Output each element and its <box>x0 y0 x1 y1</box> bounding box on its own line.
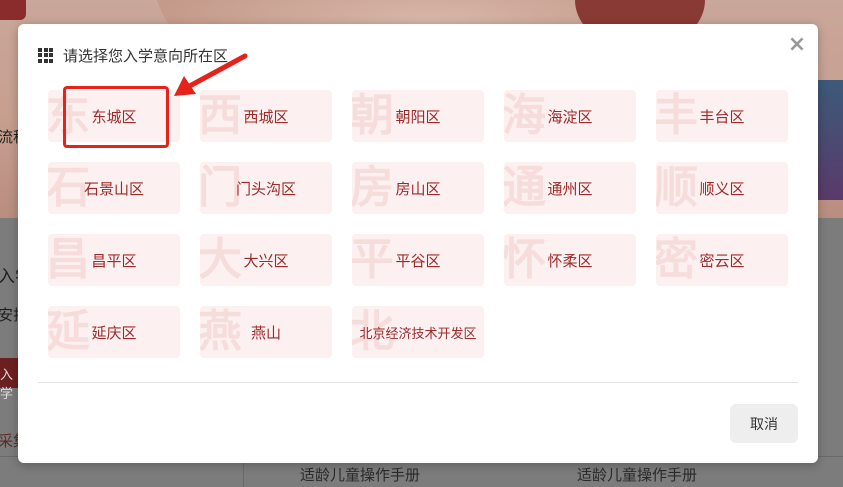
district-watermark: 西 <box>200 90 242 141</box>
district-option[interactable]: 怀怀柔区 <box>504 234 636 286</box>
district-watermark: 大 <box>200 234 242 285</box>
district-option[interactable]: 东东城区 <box>48 90 180 142</box>
district-option[interactable]: 朝朝阳区 <box>352 90 484 142</box>
district-label: 西城区 <box>243 107 289 126</box>
district-select-modal: 请选择您入学意向所在区 × 东东城区西西城区朝朝阳区海海淀区丰丰台区石石景山区门… <box>18 24 818 463</box>
district-label: 大兴区 <box>243 251 289 270</box>
district-watermark: 海 <box>504 90 546 141</box>
banner-red-tag <box>0 0 26 20</box>
district-watermark: 怀 <box>504 234 546 285</box>
district-label: 丰台区 <box>699 107 745 126</box>
district-watermark: 房 <box>352 162 394 213</box>
modal-title: 请选择您入学意向所在区 <box>63 46 229 65</box>
district-label: 密云区 <box>699 251 745 270</box>
district-watermark: 丰 <box>656 90 698 141</box>
district-label: 延庆区 <box>91 323 137 342</box>
district-option[interactable]: 房房山区 <box>352 162 484 214</box>
district-watermark: 密 <box>656 234 698 285</box>
district-label: 通州区 <box>547 179 593 198</box>
bg-enroll-button[interactable]: 入学 <box>0 358 20 402</box>
district-option[interactable]: 密密云区 <box>656 234 788 286</box>
district-option[interactable]: 平平谷区 <box>352 234 484 286</box>
bg-manual-link-2[interactable]: 适龄儿童操作手册 <box>577 464 697 485</box>
district-option[interactable]: 门门头沟区 <box>200 162 332 214</box>
district-option[interactable]: 燕燕山 <box>200 306 332 358</box>
district-label: 怀柔区 <box>547 251 593 270</box>
district-option[interactable]: 西西城区 <box>200 90 332 142</box>
district-label: 顺义区 <box>699 179 745 198</box>
district-watermark: 东 <box>48 90 90 141</box>
modal-header: 请选择您入学意向所在区 <box>38 44 228 66</box>
district-label: 北京经济技术开发区 <box>359 326 477 342</box>
district-option[interactable]: 通通州区 <box>504 162 636 214</box>
district-label: 燕山 <box>250 323 281 342</box>
district-option[interactable]: 昌昌平区 <box>48 234 180 286</box>
district-grid: 东东城区西西城区朝朝阳区海海淀区丰丰台区石石景山区门门头沟区房房山区通通州区顺顺… <box>48 90 788 358</box>
district-label: 石景山区 <box>83 179 144 198</box>
district-watermark: 朝 <box>352 90 394 141</box>
district-watermark: 通 <box>504 162 546 213</box>
bg-manual-link-1[interactable]: 适龄儿童操作手册 <box>300 464 420 485</box>
district-label: 海淀区 <box>547 107 593 126</box>
district-label: 平谷区 <box>395 251 441 270</box>
district-watermark: 平 <box>352 234 394 285</box>
cancel-button[interactable]: 取消 <box>730 404 798 443</box>
district-label: 东城区 <box>91 107 137 126</box>
district-option[interactable]: 石石景山区 <box>48 162 180 214</box>
modal-divider <box>38 382 798 383</box>
bg-enroll-button-label: 入学 <box>0 368 14 402</box>
district-watermark: 燕 <box>200 306 242 357</box>
district-watermark: 昌 <box>48 234 90 285</box>
district-watermark: 顺 <box>656 162 698 213</box>
district-label: 房山区 <box>395 179 441 198</box>
district-option[interactable]: 丰丰台区 <box>656 90 788 142</box>
district-option[interactable]: 顺顺义区 <box>656 162 788 214</box>
district-watermark: 延 <box>48 306 90 357</box>
district-option[interactable]: 大大兴区 <box>200 234 332 286</box>
close-icon[interactable]: × <box>786 34 808 56</box>
district-label: 昌平区 <box>91 251 137 270</box>
district-label: 门头沟区 <box>235 179 296 198</box>
grid-icon <box>38 47 53 63</box>
district-label: 朝阳区 <box>395 107 441 126</box>
district-option[interactable]: 延延庆区 <box>48 306 180 358</box>
district-option[interactable]: 北北京经济技术开发区 <box>352 306 484 358</box>
district-option[interactable]: 海海淀区 <box>504 90 636 142</box>
